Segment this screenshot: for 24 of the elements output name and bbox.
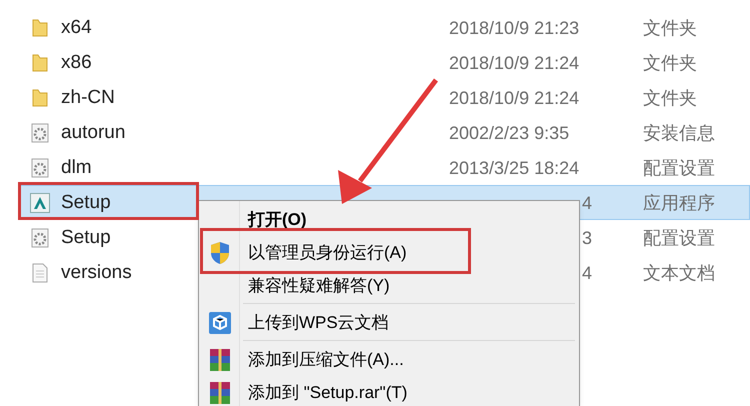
file-date: 4 <box>582 194 592 212</box>
file-name: autorun <box>61 123 126 142</box>
file-date: 3 <box>582 228 592 246</box>
file-type: 文件夹 <box>643 18 697 36</box>
file-date: 2018/10/9 21:24 <box>449 88 580 106</box>
file-name: versions <box>61 263 132 282</box>
file-date: 2018/10/9 21:23 <box>449 18 580 36</box>
file-name: Setup <box>61 193 111 212</box>
file-name: dlm <box>61 158 92 177</box>
file-type: 配置设置 <box>643 228 715 246</box>
file-type: 文本文档 <box>643 264 715 282</box>
file-name: x86 <box>61 53 92 72</box>
file-date: 2018/10/9 21:24 <box>449 54 580 72</box>
file-type: 配置设置 <box>643 158 715 176</box>
file-date: 2013/3/25 18:24 <box>449 158 580 176</box>
file-type: 文件夹 <box>643 88 697 106</box>
file-type: 应用程序 <box>643 194 715 212</box>
file-name: x64 <box>61 18 92 37</box>
file-type: 安装信息 <box>643 124 715 142</box>
file-date: 2002/2/23 9:35 <box>449 124 570 142</box>
file-date: 4 <box>582 264 592 282</box>
file-name: Setup <box>61 228 111 247</box>
file-name: zh-CN <box>61 88 115 107</box>
file-type: 文件夹 <box>643 54 697 72</box>
